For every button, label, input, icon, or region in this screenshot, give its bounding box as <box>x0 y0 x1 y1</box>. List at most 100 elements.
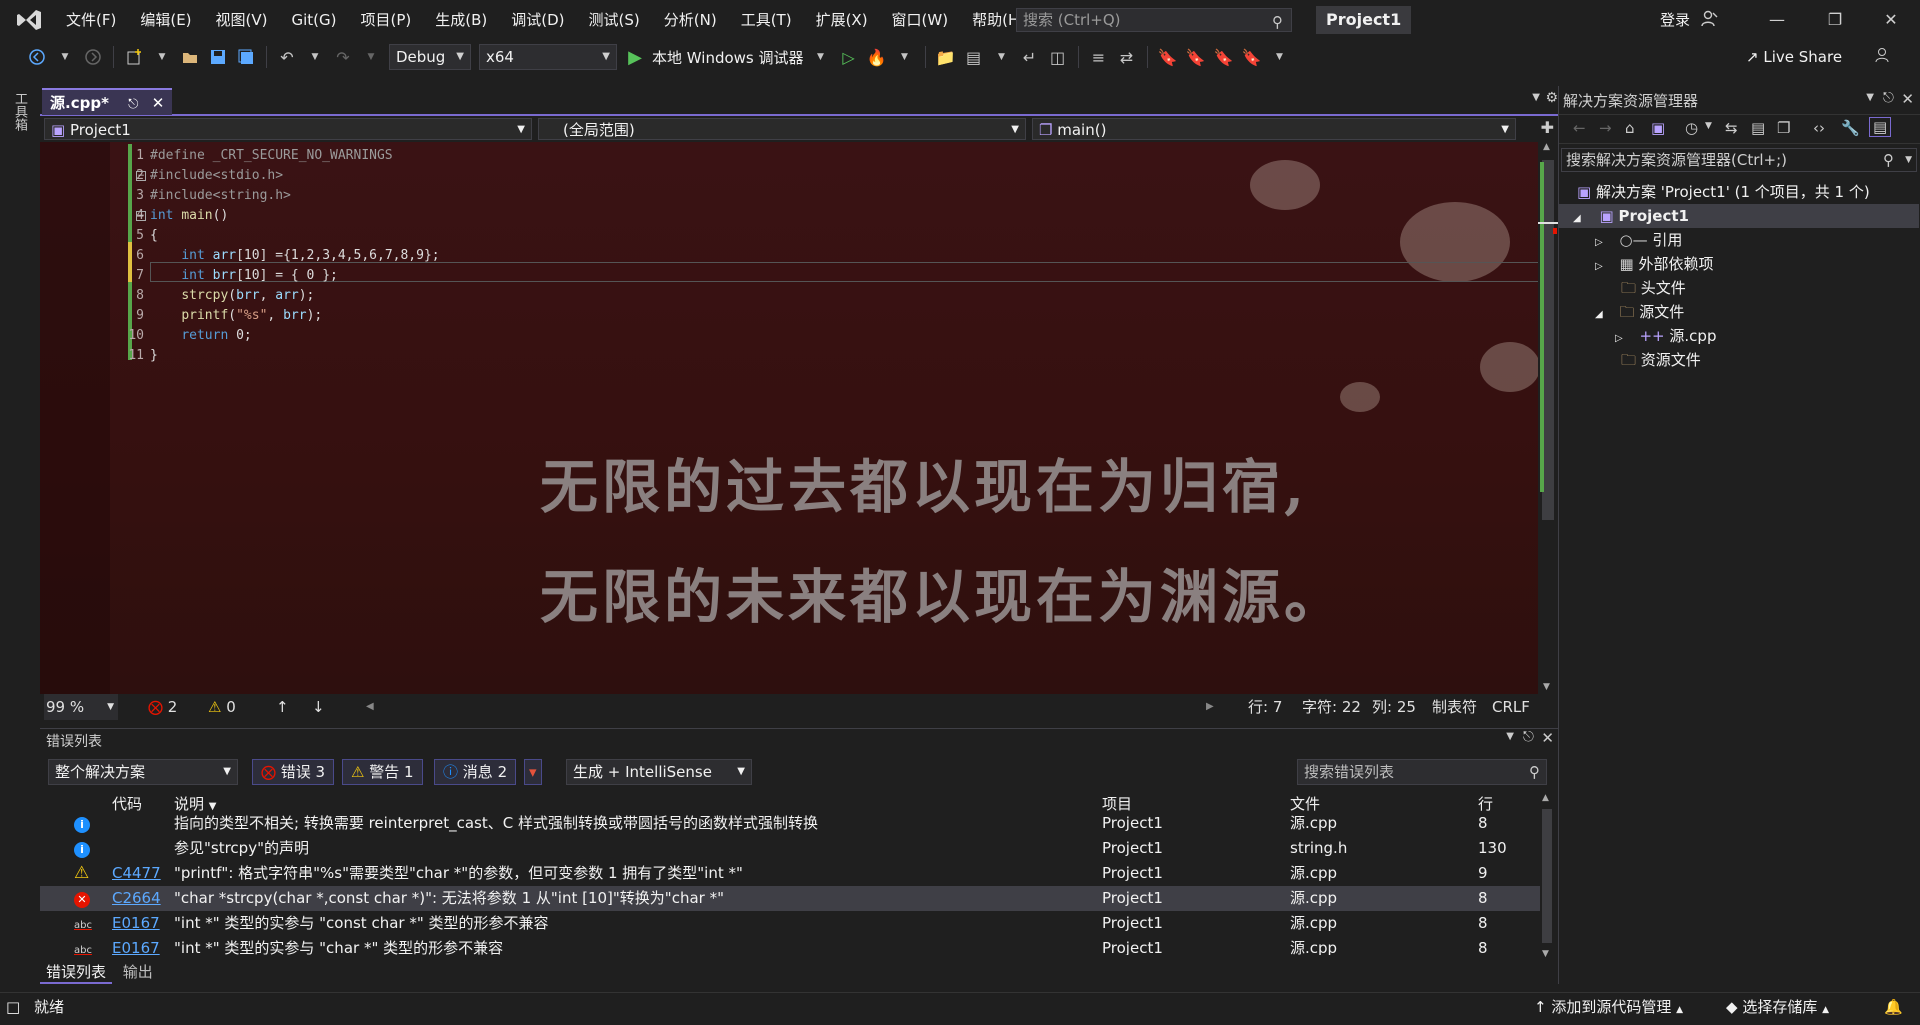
code-line[interactable]: int main() <box>150 206 228 226</box>
forward-icon[interactable] <box>82 44 104 70</box>
tree-external-deps[interactable]: ▷ ▦ 外部依赖项 <box>1595 252 1713 276</box>
configuration-select[interactable]: Debug ▼ <box>389 44 471 70</box>
save-all-icon[interactable] <box>235 44 257 70</box>
restore-button[interactable]: ❐ <box>1806 0 1864 40</box>
hot-reload-icon[interactable]: 🔥 <box>866 44 888 70</box>
code-editor[interactable]: 1 #define _CRT_SECURE_NO_WARNINGS 2 #includ… <box>40 142 1558 694</box>
scope-filter-select[interactable]: 整个解决方案 ▼ <box>48 759 238 785</box>
new-project-icon[interactable] <box>123 44 145 70</box>
tree-references[interactable]: ▷ ○— 引用 <box>1595 228 1682 252</box>
toolbox-tab[interactable]: 工具箱 <box>10 92 29 131</box>
split-window-icon[interactable]: ✚ <box>1541 118 1554 137</box>
member-nav-select[interactable]: ❐ main() ▼ <box>1032 118 1516 140</box>
preview-icon[interactable]: ▤ <box>1869 117 1892 137</box>
save-icon[interactable] <box>207 44 229 70</box>
redo-icon[interactable]: ↷ <box>332 44 354 70</box>
menu-item-1[interactable]: 编辑(E) <box>128 0 203 40</box>
step-icon[interactable]: ↵ <box>1019 44 1041 70</box>
code-line[interactable]: strcpy(brr, arr); <box>150 286 314 306</box>
notification-icon[interactable]: 🔔 <box>1884 993 1903 1022</box>
messages-filter-button[interactable]: ⓘ 消息 2 <box>434 759 517 785</box>
pin-icon[interactable]: ⎋ <box>1523 729 1534 745</box>
scroll-down-icon[interactable]: ▼ <box>1542 949 1549 959</box>
menu-item-4[interactable]: 项目(P) <box>349 0 424 40</box>
chevron-down-icon[interactable]: ▼ <box>1506 731 1514 742</box>
previous-issue-icon[interactable]: ↑ <box>276 694 289 720</box>
scroll-right-icon[interactable]: ▶ <box>1206 694 1214 720</box>
visual-studio-logo-icon[interactable] <box>10 0 48 40</box>
table-row[interactable]: abc E0167 "int *" 类型的实参与 "const char *" 类型… <box>40 911 1540 936</box>
chevron-down-icon[interactable]: ▼ <box>304 44 326 70</box>
next-issue-icon[interactable]: ↓ <box>312 694 325 720</box>
warnings-filter-button[interactable]: ⚠ 警告 1 <box>342 759 423 785</box>
menu-item-11[interactable]: 窗口(W) <box>880 0 961 40</box>
table-row[interactable]: i 参见"strcpy"的声明 Project1 string.h 130 <box>40 836 1540 861</box>
code-view-icon[interactable]: ‹› <box>1813 119 1825 137</box>
chevron-down-icon[interactable]: ▼ <box>1866 92 1874 103</box>
add-to-source-control-button[interactable]: ↑ 添加到源代码管理 ▲ <box>1534 993 1683 1022</box>
error-list-scrollbar[interactable]: ▲ ▼ <box>1540 793 1554 959</box>
pin-icon[interactable]: ⎋ <box>128 97 138 112</box>
code-line[interactable]: } <box>150 346 158 366</box>
tree-source-cpp[interactable]: ▷ ++ 源.cpp <box>1615 324 1716 348</box>
menu-item-7[interactable]: 测试(S) <box>577 0 652 40</box>
line-ending-indicator[interactable]: CRLF <box>1492 694 1530 720</box>
table-row[interactable]: ⚠ C4477 "printf": 格式字符串"%s"需要类型"char *"的参数… <box>40 861 1540 886</box>
chevron-down-icon[interactable]: ▼ <box>1532 92 1540 103</box>
bookmark-icon[interactable]: 🔖 <box>1157 44 1179 70</box>
menu-item-9[interactable]: 工具(T) <box>729 0 804 40</box>
tree-project[interactable]: ◢ ▣ Project1 <box>1559 204 1919 228</box>
comment-icon[interactable]: ≡ <box>1088 44 1110 70</box>
code-line[interactable]: #define _CRT_SECURE_NO_WARNINGS <box>150 146 393 166</box>
scroll-up-icon[interactable]: ▲ <box>1543 142 1550 152</box>
fold-toggle-icon[interactable]: − <box>136 211 146 221</box>
code-line[interactable]: printf("%s", brr); <box>150 306 322 326</box>
menu-item-3[interactable]: Git(G) <box>280 0 349 40</box>
errors-filter-button[interactable]: ⨂ 错误 3 <box>252 759 335 785</box>
back-icon[interactable]: ← <box>1573 119 1586 137</box>
scope-nav-select[interactable]: (全局范围) ▼ <box>538 118 1026 140</box>
code-line[interactable]: #include<string.h> <box>150 186 291 206</box>
layout-icon[interactable]: ▤ <box>963 44 985 70</box>
chevron-down-icon[interactable]: ▼ <box>151 44 173 70</box>
table-row[interactable]: ✕ C2664 "char *strcpy(char *,const char *)… <box>40 886 1540 911</box>
wrench-icon[interactable]: 🔧 <box>1841 119 1860 137</box>
code-line[interactable]: int arr[10] ={1,2,3,4,5,6,7,8,9}; <box>150 246 439 266</box>
menu-item-2[interactable]: 视图(V) <box>204 0 280 40</box>
error-code[interactable]: E0167 <box>112 911 160 936</box>
login-button[interactable]: 登录 <box>1660 0 1690 40</box>
global-search-input[interactable]: 搜索 (Ctrl+Q) ⚲ <box>1016 8 1292 32</box>
run-without-debug-icon[interactable]: ▷ <box>838 44 860 70</box>
table-row[interactable]: abc E0167 "int *" 类型的实参与 "char *" 类型的形参不兼容… <box>40 936 1540 955</box>
tab-error-list[interactable]: 错误列表 <box>40 961 113 984</box>
undo-icon[interactable]: ↶ <box>276 44 298 70</box>
sync-icon[interactable]: ⇆ <box>1725 119 1738 137</box>
collapse-all-icon[interactable]: ▤ <box>1751 119 1765 137</box>
fold-toggle-icon[interactable]: − <box>136 171 146 181</box>
live-share-button[interactable]: ↗ Live Share <box>1746 44 1842 70</box>
back-icon[interactable] <box>26 44 48 70</box>
chevron-down-icon[interactable]: ▼ <box>894 44 916 70</box>
error-code[interactable]: C2664 <box>112 886 161 911</box>
close-panel-icon[interactable]: ✕ <box>1901 90 1914 108</box>
project-nav-select[interactable]: ▣ Project1 ▼ <box>44 118 532 140</box>
close-button[interactable]: ✕ <box>1862 0 1920 40</box>
build-source-select[interactable]: 生成 + IntelliSense ▼ <box>566 759 752 785</box>
chevron-down-icon[interactable]: ▼ <box>360 44 382 70</box>
code-line[interactable]: { <box>150 226 158 246</box>
column-header-project[interactable]: 项目 <box>1102 793 1132 815</box>
scroll-up-icon[interactable]: ▲ <box>1542 793 1549 803</box>
gear-icon[interactable]: ⚙ <box>1545 90 1558 106</box>
code-line[interactable]: return 0; <box>150 326 251 346</box>
open-folder-icon[interactable] <box>179 44 201 70</box>
minimize-button[interactable]: — <box>1748 0 1806 40</box>
home-icon[interactable]: ⌂ <box>1625 119 1635 137</box>
tabs-indicator[interactable]: 制表符 <box>1432 694 1477 720</box>
play-icon[interactable]: ▶ <box>624 44 646 70</box>
forward-icon[interactable]: → <box>1599 119 1612 137</box>
line-indicator[interactable]: 行: 7 <box>1248 694 1282 720</box>
error-count[interactable]: ⨂ 2 <box>148 694 177 720</box>
tree-source-files[interactable]: ◢ 🗀 源文件 <box>1595 300 1684 324</box>
person-icon[interactable] <box>1700 10 1718 32</box>
close-panel-icon[interactable]: ✕ <box>1541 729 1554 747</box>
